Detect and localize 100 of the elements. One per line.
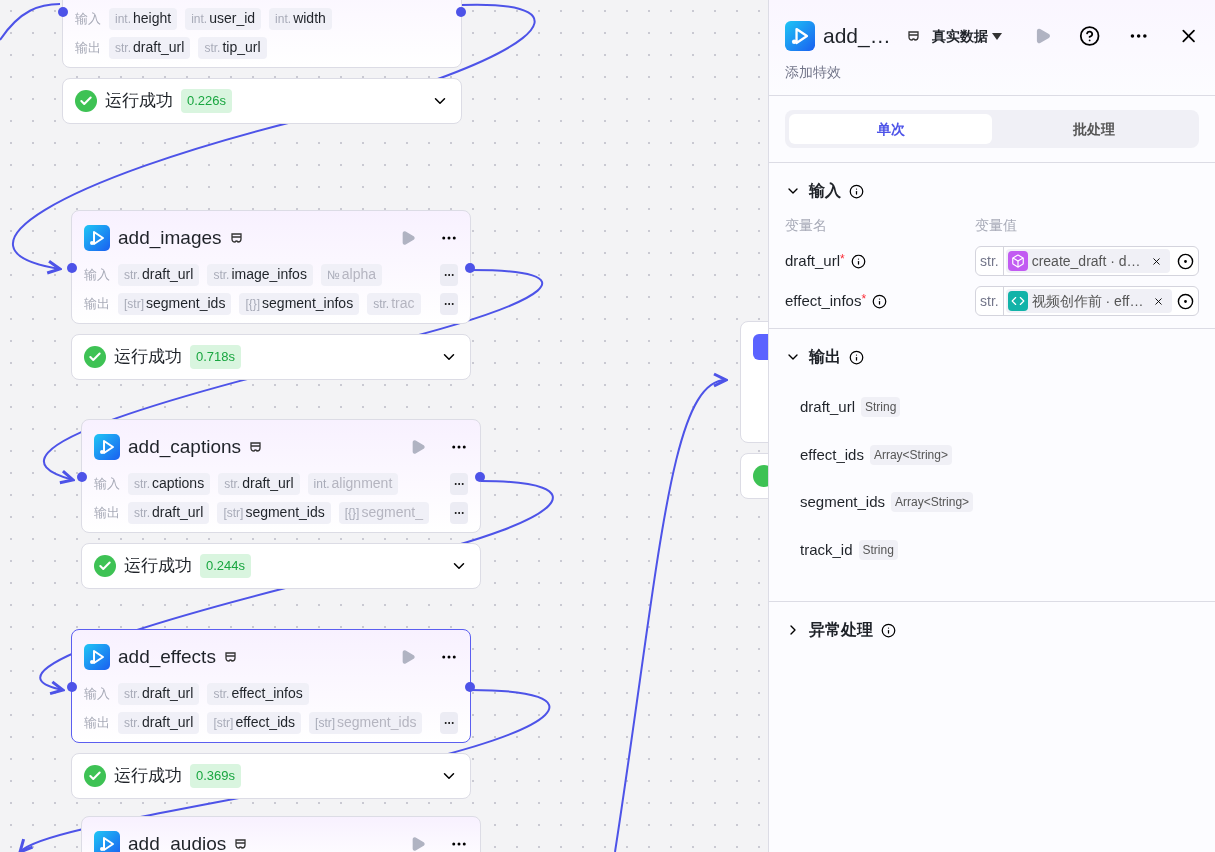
param-name: draft_url* (785, 250, 845, 271)
output-name: draft_url (800, 397, 856, 417)
row-label: 输入 (75, 9, 101, 28)
output-name: track_id (800, 539, 853, 560)
section-title: 输出 (809, 347, 841, 367)
type-badge: String (861, 397, 901, 418)
param-chip: str.tip_url (198, 36, 267, 59)
code-icon (1007, 291, 1028, 311)
info-icon[interactable] (881, 622, 896, 638)
plugin-icon (84, 225, 110, 251)
param-chip: int.user_id (185, 7, 262, 30)
run-status-bar[interactable]: 运行成功 0.718s (71, 334, 471, 380)
clear-icon[interactable] (1153, 295, 1165, 307)
node-title: add_captions (128, 434, 242, 460)
reference-value: 视频创作前 · eff… (1031, 291, 1144, 311)
duration-badge: 0.369s (190, 764, 242, 788)
type-badge: Array<String> (869, 444, 952, 465)
row-label: 输入 (94, 474, 120, 493)
row-label: 输入 (84, 684, 110, 703)
node-title: add_audios (128, 831, 227, 852)
mask-icon (223, 651, 237, 663)
status-text: 运行成功 (124, 555, 192, 578)
run-status-bar[interactable]: 运行成功 0.369s (71, 753, 471, 799)
mask-icon (229, 232, 243, 244)
node-title: add_effects (118, 644, 216, 670)
mode-tab[interactable]: 单次 (789, 114, 992, 144)
reference-value: create_draft · d… (1031, 251, 1141, 271)
variable-picker-icon[interactable] (1177, 292, 1194, 310)
cube-icon (1007, 251, 1028, 271)
data-source-dropdown[interactable]: 真实数据 (931, 25, 1002, 47)
duration-badge: 0.718s (190, 345, 242, 369)
column-header: 变量值 (975, 216, 1018, 235)
param-chip: №alpha (320, 263, 383, 286)
mask-icon (249, 441, 263, 453)
help-icon[interactable] (1079, 25, 1101, 47)
info-icon[interactable] (872, 293, 888, 309)
param-chip: str.draft_url (118, 682, 200, 705)
reference-field[interactable]: str. 视频创作前 · eff… (975, 286, 1199, 316)
type-badge: Array<String> (891, 492, 974, 513)
output-name: segment_ids (800, 492, 886, 512)
param-chip: str.captions (128, 472, 211, 495)
node-title: add_images (118, 225, 222, 251)
param-chip: str.draft_url (109, 36, 191, 59)
row-label: 输出 (84, 713, 110, 732)
param-name: effect_infos* (785, 290, 867, 311)
more-params-button[interactable] (440, 292, 458, 315)
row-label: 输出 (75, 38, 101, 57)
param-chip: int.width (269, 7, 332, 30)
mask-icon (906, 30, 920, 42)
param-chip: [str]segment_ids (118, 292, 232, 315)
plugin-icon (785, 21, 815, 51)
row-label: 输入 (84, 265, 110, 284)
type-badge: String (858, 539, 898, 560)
plugin-icon (94, 831, 120, 852)
more-params-button[interactable] (440, 711, 458, 734)
param-chip: str.trac (367, 292, 421, 315)
param-chip: [str]segment_ids (217, 501, 331, 524)
more-params-button[interactable] (450, 472, 468, 495)
param-chip: [{}]segment_ (338, 501, 429, 524)
reference-field[interactable]: str. create_draft · d… (975, 246, 1199, 276)
more-params-button[interactable] (440, 263, 458, 286)
param-chip: str.draft_url (118, 711, 200, 734)
param-chip: str.effect_infos (207, 682, 309, 705)
run-status-bar[interactable]: 运行成功 0.244s (81, 543, 481, 589)
type-label: str. (976, 247, 1004, 275)
variable-picker-icon[interactable] (1177, 252, 1194, 270)
mask-icon (234, 838, 248, 850)
status-text: 运行成功 (114, 346, 182, 369)
status-text: 运行成功 (114, 765, 182, 788)
param-chip: [str]effect_ids (207, 711, 302, 734)
info-icon[interactable] (849, 183, 864, 199)
info-icon[interactable] (849, 349, 864, 365)
plugin-icon (84, 644, 110, 670)
param-chip: [{}]segment_infos (239, 292, 360, 315)
param-chip: str.draft_url (218, 472, 300, 495)
duration-badge: 0.244s (200, 554, 252, 578)
mode-tab[interactable]: 批处理 (992, 114, 1195, 144)
info-icon[interactable] (850, 253, 866, 269)
type-label: str. (976, 287, 1004, 315)
node-card[interactable]: add_audios (81, 816, 481, 852)
panel-title: add_… (823, 23, 891, 50)
param-chip: [str]segment_ids (309, 711, 423, 734)
row-label: 输出 (94, 503, 120, 522)
section-title: 异常处理 (809, 620, 873, 640)
output-name: effect_ids (800, 444, 864, 465)
status-text: 运行成功 (105, 90, 173, 113)
param-chip: str.image_infos (207, 263, 313, 286)
column-header: 变量名 (785, 216, 828, 235)
dropdown-triangle-icon (991, 32, 1002, 40)
param-chip: int.alignment (307, 472, 399, 495)
plugin-icon (94, 434, 120, 460)
more-params-button[interactable] (450, 501, 468, 524)
param-chip: str.draft_url (118, 263, 200, 286)
row-label: 输出 (84, 294, 110, 313)
clear-icon[interactable] (1150, 255, 1162, 267)
panel-description: 添加特效 (785, 63, 842, 82)
param-chip: int.height (109, 7, 178, 30)
section-title: 输入 (809, 181, 841, 201)
duration-badge: 0.226s (181, 89, 233, 113)
run-status-bar[interactable]: 运行成功 0.226s (62, 78, 462, 124)
